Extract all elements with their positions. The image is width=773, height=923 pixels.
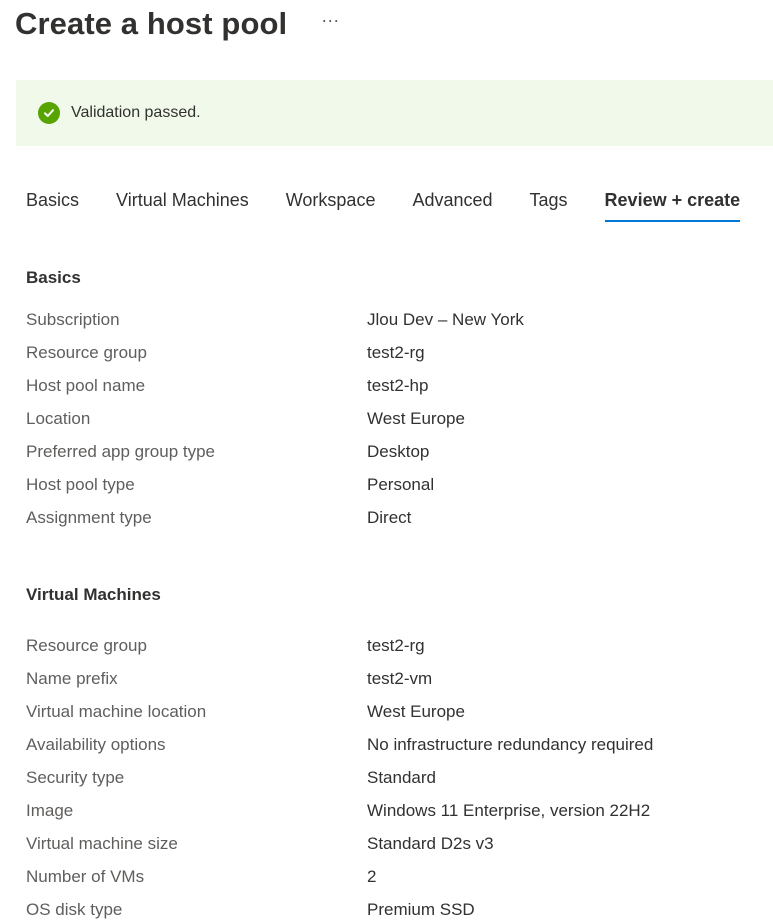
summary-row-resource-group: Resource group test2-rg [26,336,773,369]
row-value: test2-vm [367,669,433,688]
summary-row-vm-size: Virtual machine size Standard D2s v3 [26,827,773,860]
row-value: Premium SSD [367,900,475,919]
virtual-machines-summary: Resource group test2-rg Name prefix test… [26,629,773,923]
row-label: Image [26,801,74,820]
summary-row-os-disk-type: OS disk type Premium SSD [26,893,773,923]
row-label: Assignment type [26,508,152,527]
summary-row-host-pool-name: Host pool name test2-hp [26,369,773,402]
row-label: Availability options [26,735,166,754]
summary-row-preferred-app-group-type: Preferred app group type Desktop [26,435,773,468]
row-label: Virtual machine size [26,834,178,853]
validation-banner: Validation passed. [16,80,773,146]
row-label: Subscription [26,310,120,329]
page-title: Create a host pool [15,6,288,41]
summary-row-vm-location: Virtual machine location West Europe [26,695,773,728]
row-label: Resource group [26,343,147,362]
tab-workspace[interactable]: Workspace [286,186,376,222]
row-value: test2-rg [367,343,425,362]
tab-tags[interactable]: Tags [530,186,568,222]
row-label: Host pool type [26,475,135,494]
validation-message: Validation passed. [71,104,201,121]
tab-basics[interactable]: Basics [26,186,79,222]
row-label: Security type [26,768,125,787]
row-value: test2-hp [367,376,429,395]
row-label: Virtual machine location [26,702,207,721]
row-value: Standard [367,768,436,787]
row-value: Jlou Dev – New York [367,310,524,329]
row-value: Desktop [367,442,430,461]
summary-row-image: Image Windows 11 Enterprise, version 22H… [26,794,773,827]
row-value: West Europe [367,702,465,721]
row-value: West Europe [367,409,465,428]
row-value: No infrastructure redundancy required [367,735,654,754]
row-label: Number of VMs [26,867,145,886]
summary-row-host-pool-type: Host pool type Personal [26,468,773,501]
section-heading-virtual-machines: Virtual Machines [26,585,161,604]
row-label: Preferred app group type [26,442,216,461]
title-row: Create a host pool ··· [15,0,343,48]
summary-row-security-type: Security type Standard [26,761,773,794]
create-host-pool-page: Create a host pool ··· Validation passed… [0,0,773,923]
summary-row-vm-resource-group: Resource group test2-rg [26,629,773,662]
more-options-button[interactable]: ··· [317,9,343,31]
row-value: Direct [367,508,412,527]
summary-row-location: Location West Europe [26,402,773,435]
tab-review-create[interactable]: Review + create [604,186,740,222]
tab-advanced[interactable]: Advanced [412,186,492,222]
row-value: Personal [367,475,435,494]
row-label: Name prefix [26,669,118,688]
row-label: Host pool name [26,376,146,395]
row-value: Standard D2s v3 [367,834,494,853]
check-circle-icon [38,102,60,124]
row-label: Resource group [26,636,147,655]
summary-row-assignment-type: Assignment type Direct [26,501,773,534]
summary-row-name-prefix: Name prefix test2-vm [26,662,773,695]
summary-row-availability-options: Availability options No infrastructure r… [26,728,773,761]
row-value: Windows 11 Enterprise, version 22H2 [367,801,651,820]
row-label: Location [26,409,91,428]
row-value: test2-rg [367,636,425,655]
summary-row-number-of-vms: Number of VMs 2 [26,860,773,893]
summary-row-subscription: Subscription Jlou Dev – New York [26,303,773,336]
row-value: 2 [367,867,377,886]
row-label: OS disk type [26,900,123,919]
tab-virtual-machines[interactable]: Virtual Machines [116,186,249,222]
wizard-tabs: Basics Virtual Machines Workspace Advanc… [26,186,740,226]
section-heading-basics: Basics [26,268,81,287]
basics-summary: Subscription Jlou Dev – New York Resourc… [26,303,773,534]
